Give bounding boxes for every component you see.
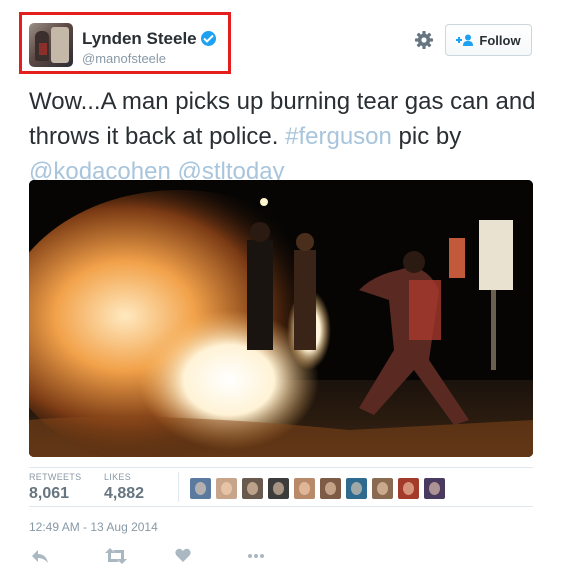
avatar-background-sign	[51, 27, 69, 63]
tweet-text: Wow...A man picks up burning tear gas ca…	[29, 84, 539, 189]
liker-avatar[interactable]	[294, 478, 315, 499]
avatar-detail	[39, 43, 47, 55]
liker-avatar[interactable]	[268, 478, 289, 499]
more-dots-icon[interactable]	[247, 548, 265, 566]
user-display-name[interactable]: Lynden Steele	[82, 29, 216, 49]
follow-label: Follow	[479, 32, 521, 48]
liker-avatar[interactable]	[216, 478, 237, 499]
gear-icon[interactable]	[414, 30, 434, 50]
stats-divider-bottom	[29, 506, 533, 507]
liker-avatar[interactable]	[242, 478, 263, 499]
liker-avatar[interactable]	[424, 478, 445, 499]
stats-divider-top	[29, 467, 533, 468]
liker-avatar[interactable]	[398, 478, 419, 499]
stats-separator	[178, 472, 179, 502]
liker-avatar[interactable]	[346, 478, 367, 499]
follow-button[interactable]: Follow	[445, 24, 532, 56]
tweet-text-part-2: pic by	[391, 123, 462, 150]
tweet-photo[interactable]	[29, 180, 533, 457]
likes-label: LIKES	[104, 472, 132, 482]
retweets-count: 8,061	[29, 485, 70, 502]
user-screen-name[interactable]: @manofsteele	[82, 51, 166, 66]
reply-icon[interactable]	[31, 548, 49, 566]
liker-avatar[interactable]	[320, 478, 341, 499]
retweets-stat[interactable]: RETWEETS 8,061	[29, 472, 81, 503]
liker-avatar[interactable]	[190, 478, 211, 499]
likes-count: 4,882	[104, 485, 145, 502]
tweet-timestamp[interactable]: 12:49 AM - 13 Aug 2014	[29, 520, 158, 534]
verified-badge-icon	[200, 31, 216, 46]
retweet-icon[interactable]	[105, 548, 127, 566]
avatar[interactable]	[29, 23, 73, 67]
hashtag-link[interactable]: #ferguson	[285, 123, 392, 150]
likes-stat[interactable]: LIKES 4,882	[104, 472, 144, 503]
display-name-text: Lynden Steele	[82, 29, 197, 48]
heart-icon[interactable]	[175, 548, 191, 566]
liker-avatars	[190, 478, 450, 499]
add-user-icon	[456, 34, 474, 46]
liker-avatar[interactable]	[372, 478, 393, 499]
retweets-label: RETWEETS	[29, 472, 82, 482]
